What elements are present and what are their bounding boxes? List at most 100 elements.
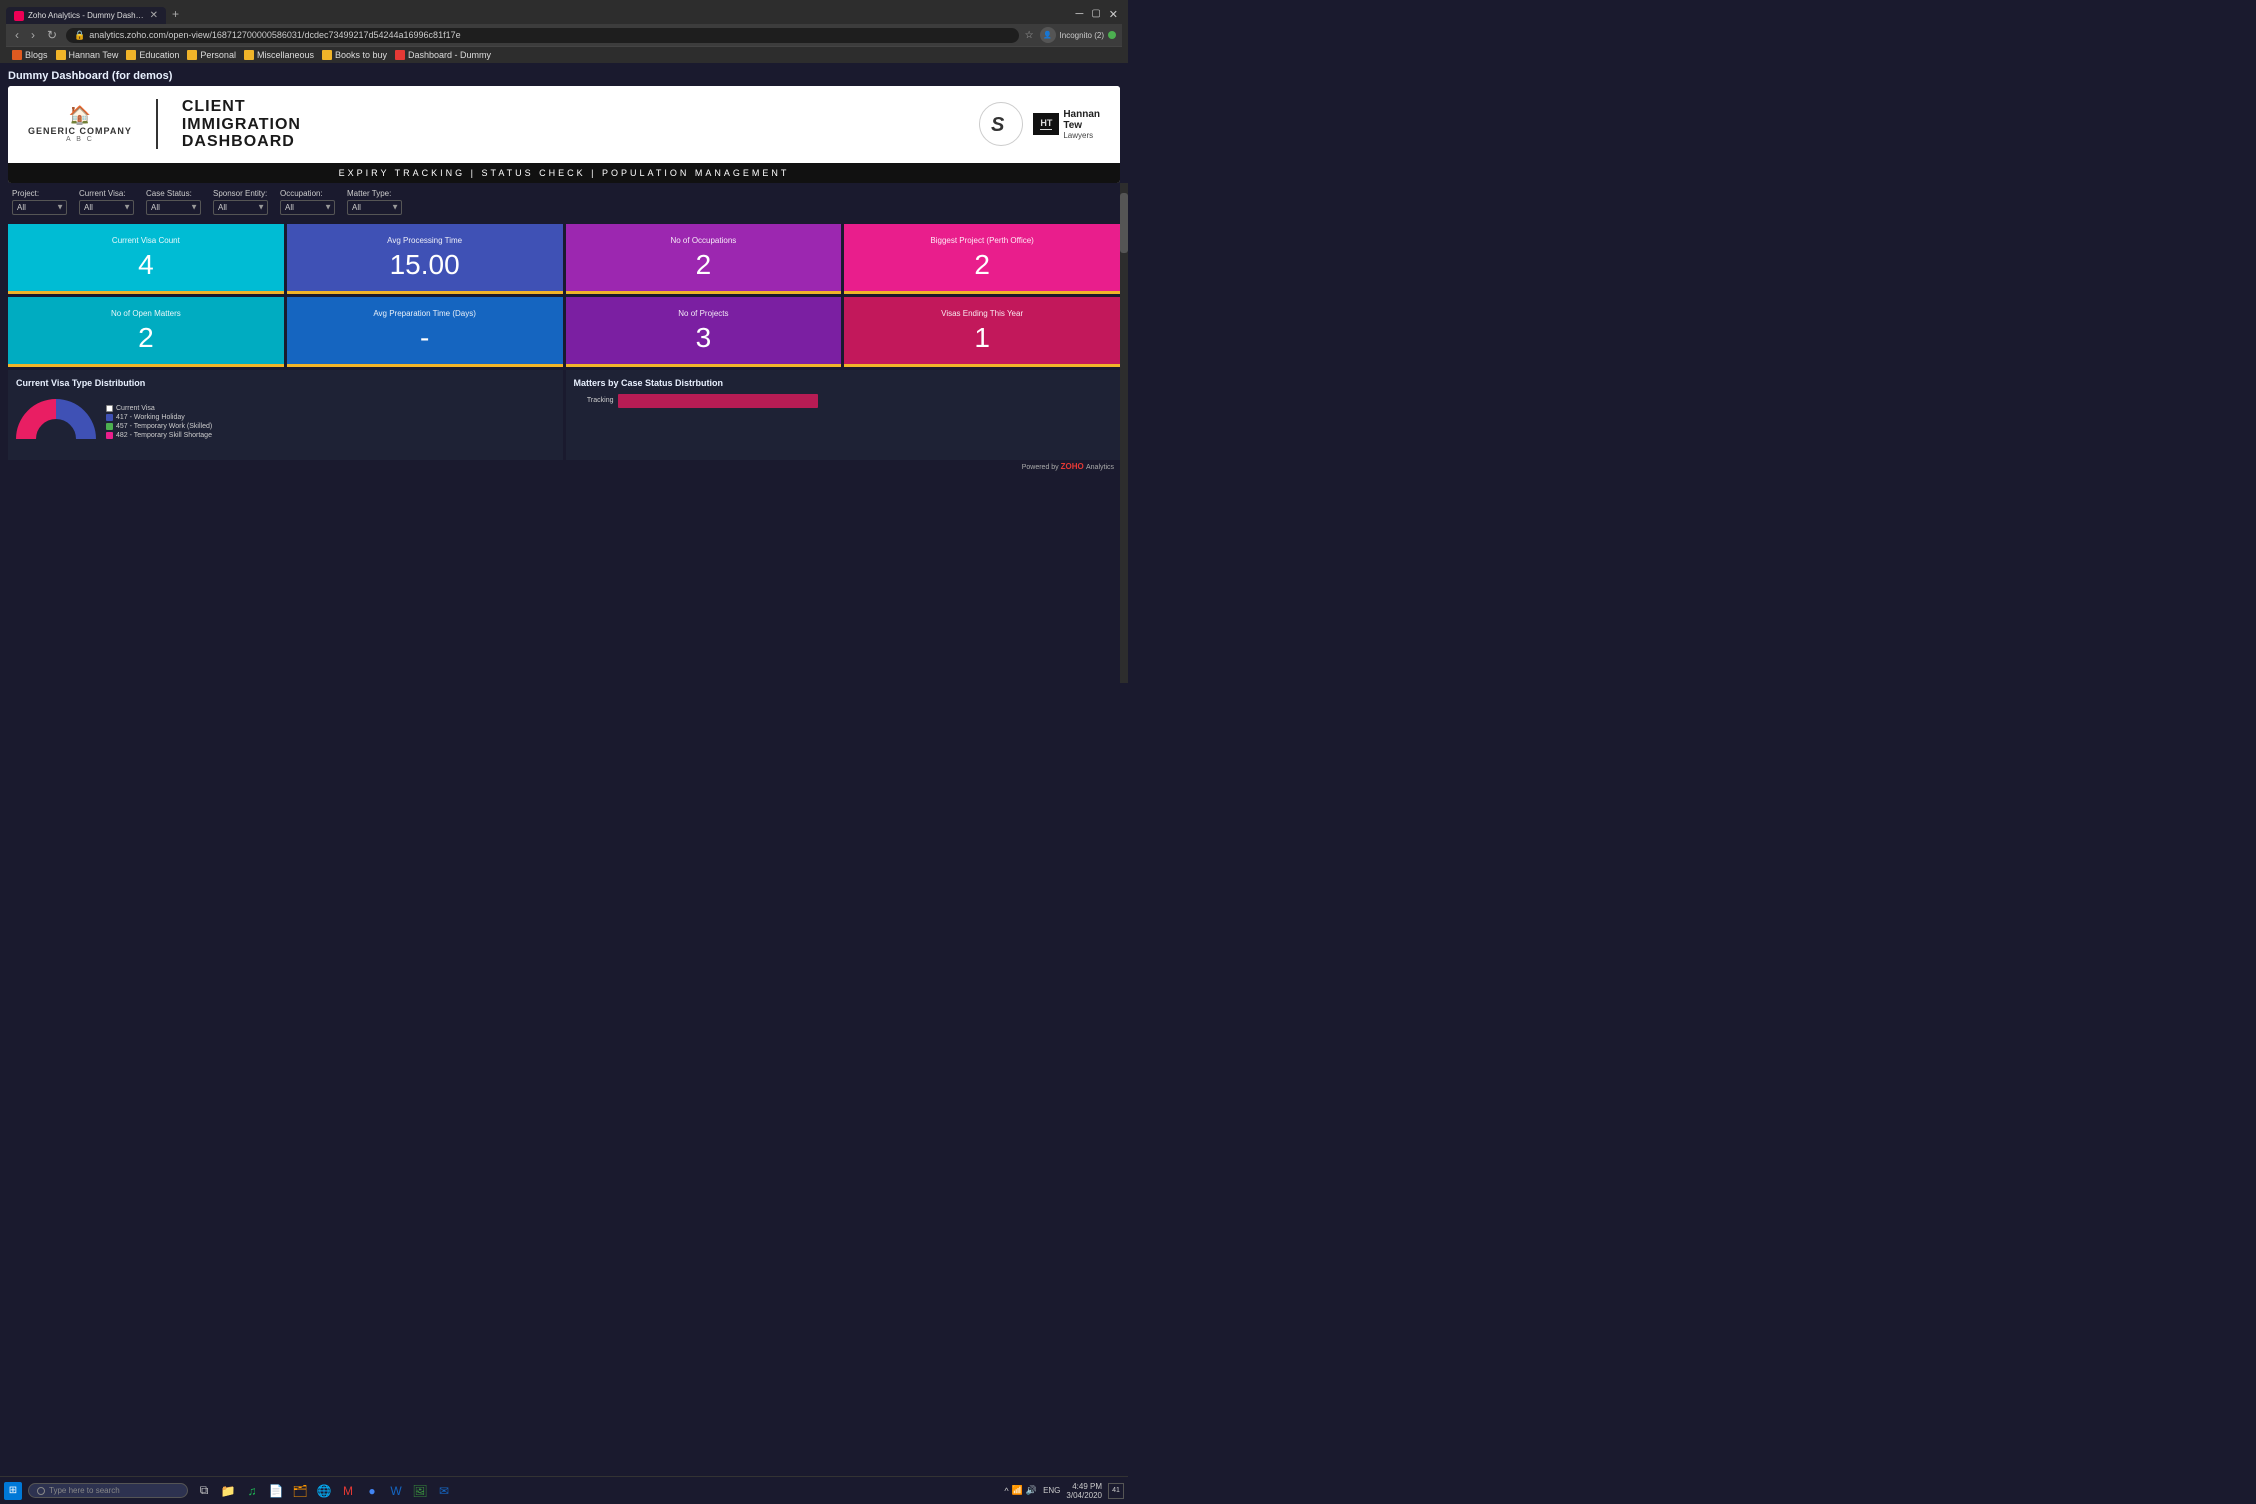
scrollbar-thumb[interactable] (1120, 193, 1128, 253)
reload-button[interactable]: ↻ (44, 27, 60, 43)
metrics-row-2: No of Open Matters 2 Avg Preparation Tim… (8, 297, 1120, 367)
legend-label: 482 - Temporary Skill Shortage (116, 432, 212, 439)
legend-color (106, 405, 113, 412)
chrome-icon[interactable]: ● (362, 1481, 382, 1501)
app-icon-2[interactable]: 📄 (266, 1481, 286, 1501)
metric-value: 1 (974, 324, 990, 352)
dashboard-header: 🏠 GENERIC COMPANY A B C CLIENT IMMIGRATI… (8, 86, 1120, 163)
black-bar: EXPIRY TRACKING | STATUS CHECK | POPULAT… (8, 163, 1120, 183)
bookmark-label: Education (139, 50, 179, 60)
app-icon-3[interactable]: 🗂 (290, 1481, 310, 1501)
search-placeholder: Type here to search (49, 1486, 120, 1495)
bookmark-education[interactable]: Education (126, 50, 179, 60)
bookmark-blogs[interactable]: Blogs (12, 50, 48, 60)
filter-visa-select[interactable]: All (79, 200, 134, 215)
outlook-icon[interactable]: ✉ (434, 1481, 454, 1501)
filter-project-label: Project: (12, 189, 67, 198)
metric-biggest-project: Biggest Project (Perth Office) 2 (844, 224, 1120, 294)
hannan-tew-text: Hannan Tew Lawyers (1063, 109, 1100, 140)
filter-matter-select[interactable]: All (347, 200, 402, 215)
hannan-tew-logo: HT Hannan Tew Lawyers (1033, 109, 1100, 140)
tew-label: Tew (1063, 120, 1100, 131)
app-icon-7[interactable]: 🖼 (410, 1481, 430, 1501)
bookmark-personal[interactable]: Personal (187, 50, 236, 60)
clock: 4:49 PM 3/04/2020 (1066, 1482, 1102, 1500)
windows-taskbar: ⊞ Type here to search ⧉ 📁 ♫ 📄 🗂 🌐 M ● W … (0, 1476, 1128, 1504)
app-icon-1[interactable]: ♫ (242, 1481, 262, 1501)
filter-visa-label: Current Visa: (79, 189, 134, 198)
filters-row: Project: All ▼ Current Visa: All ▼ (8, 183, 1120, 221)
chart-title: Current Visa Type Distribution (16, 378, 555, 388)
taskbar-search-bar[interactable]: Type here to search (28, 1483, 188, 1498)
notification-button[interactable]: 41 (1108, 1483, 1124, 1499)
taskbar-icons: ⧉ 📁 ♫ 📄 🗂 🌐 M ● W 🖼 ✉ (194, 1481, 454, 1501)
address-bar[interactable]: 🔒 analytics.zoho.com/open-view/168712700… (66, 28, 1019, 43)
legend-color (106, 432, 113, 439)
title-line1: CLIENT (182, 98, 246, 115)
language-indicator: ENG (1043, 1486, 1060, 1495)
close-window-button[interactable]: ✕ (1109, 8, 1118, 21)
new-tab-button[interactable]: + (166, 4, 185, 24)
active-tab[interactable]: Zoho Analytics - Dummy Dashb... ✕ (6, 7, 166, 24)
tab-bar: Zoho Analytics - Dummy Dashb... ✕ + ─ ▢ … (6, 4, 1122, 24)
metric-value: 15.00 (390, 251, 460, 279)
bookmark-miscellaneous[interactable]: Miscellaneous (244, 50, 314, 60)
app-icon-6[interactable]: W (386, 1481, 406, 1501)
filter-current-visa: Current Visa: All ▼ (79, 189, 134, 215)
filter-case-select[interactable]: All (146, 200, 201, 215)
metric-open-matters: No of Open Matters 2 (8, 297, 284, 367)
filter-matter-type: Matter Type: All ▼ (347, 189, 402, 215)
bar-chart: Tracking (574, 394, 1113, 408)
bookmark-star-icon[interactable]: ☆ (1025, 30, 1034, 41)
profile-status-dot (1108, 31, 1116, 39)
metric-value: 4 (138, 251, 154, 279)
volume-icon[interactable]: 🔊 (1026, 1485, 1037, 1496)
bookmark-dashboard[interactable]: Dashboard - Dummy (395, 50, 491, 60)
metric-label: Visas Ending This Year (941, 309, 1023, 318)
tray-up-arrow[interactable]: ^ (1004, 1486, 1008, 1496)
page-wrapper: Dummy Dashboard (for demos) 🏠 GENERIC CO… (0, 63, 1128, 477)
scrollbar[interactable] (1120, 183, 1128, 683)
app-icon-4[interactable]: 🌐 (314, 1481, 334, 1501)
network-icon[interactable]: 📶 (1012, 1485, 1023, 1496)
bar-label: Tracking (574, 397, 614, 404)
filter-sponsor-select[interactable]: All (213, 200, 268, 215)
metric-visas-ending: Visas Ending This Year 1 (844, 297, 1120, 367)
metrics-row-1: Current Visa Count 4 Avg Processing Time… (8, 224, 1120, 294)
profile-avatar[interactable]: 👤 (1040, 27, 1056, 43)
minimize-button[interactable]: ─ (1076, 8, 1084, 21)
filter-project-select[interactable]: All (12, 200, 67, 215)
chart-legend: Current Visa 417 - Working Holiday 457 -… (106, 405, 212, 439)
file-explorer-icon[interactable]: 📁 (218, 1481, 238, 1501)
app-icon-5[interactable]: M (338, 1481, 358, 1501)
forward-button[interactable]: › (28, 27, 38, 43)
bookmark-favicon (395, 50, 405, 60)
bookmark-favicon (56, 50, 66, 60)
browser-chrome: Zoho Analytics - Dummy Dashb... ✕ + ─ ▢ … (0, 0, 1128, 63)
metric-value: 2 (974, 251, 990, 279)
metric-avg-processing-time: Avg Processing Time 15.00 (287, 224, 563, 294)
hannan-label: Hannan (1063, 109, 1100, 120)
bookmark-favicon (187, 50, 197, 60)
legend-label: 457 - Temporary Work (Skilled) (116, 423, 212, 430)
ht-label: HT (1040, 118, 1052, 130)
legend-item-417: 417 - Working Holiday (106, 414, 212, 421)
bookmark-favicon (244, 50, 254, 60)
bookmark-favicon (126, 50, 136, 60)
task-view-icon[interactable]: ⧉ (194, 1481, 214, 1501)
metric-value: 3 (696, 324, 712, 352)
metric-label: No of Open Matters (111, 309, 181, 318)
maximize-button[interactable]: ▢ (1091, 8, 1100, 21)
bookmark-books[interactable]: Books to buy (322, 50, 387, 60)
charts-row: Current Visa Type Distribution (8, 370, 1120, 460)
powered-by-text: Powered by (1022, 464, 1061, 471)
bookmark-hannan-tew[interactable]: Hannan Tew (56, 50, 119, 60)
back-button[interactable]: ‹ (12, 27, 22, 43)
bookmark-label: Personal (200, 50, 236, 60)
start-button[interactable]: ⊞ (4, 1482, 22, 1500)
filter-occupation-select[interactable]: All (280, 200, 335, 215)
profile-area: 👤 Incognito (2) (1040, 27, 1116, 43)
dashboard-card: 🏠 GENERIC COMPANY A B C CLIENT IMMIGRATI… (8, 86, 1120, 183)
tab-close-button[interactable]: ✕ (150, 10, 158, 21)
bookmark-favicon (322, 50, 332, 60)
